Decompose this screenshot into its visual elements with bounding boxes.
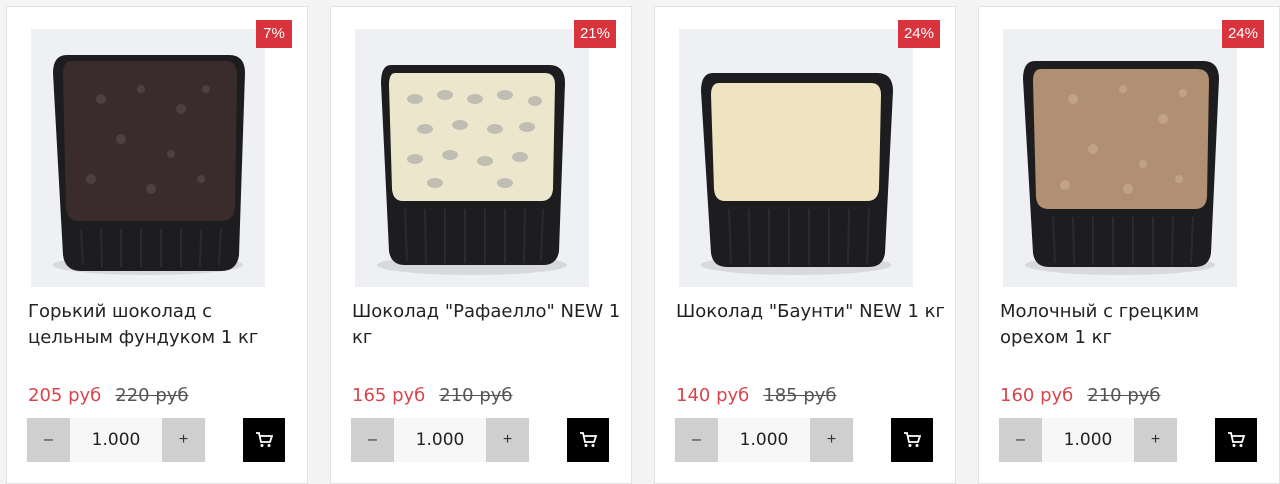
add-to-cart-button[interactable] xyxy=(567,418,609,462)
chocolate-tray-image xyxy=(1003,29,1237,287)
discount-badge: 21% xyxy=(573,20,616,48)
add-to-cart-button[interactable] xyxy=(243,418,285,462)
chocolate-tray-image xyxy=(679,29,913,287)
old-price: 210 руб xyxy=(1087,385,1161,406)
quantity-stepper: – 1.000 + xyxy=(675,418,853,462)
quantity-input[interactable]: 1.000 xyxy=(394,418,486,462)
add-to-cart-button[interactable] xyxy=(891,418,933,462)
quantity-stepper: – 1.000 + xyxy=(999,418,1177,462)
product-card: 21% Шоколад "Рафаелло" NEW 1 кг 165 руб 2… xyxy=(330,6,632,484)
discount-badge: 24% xyxy=(897,20,940,48)
product-title[interactable]: Шоколад "Рафаелло" NEW 1 кг xyxy=(352,299,622,351)
current-price: 140 руб xyxy=(676,385,750,406)
price-block: 165 руб 210 руб xyxy=(352,385,513,406)
product-image[interactable] xyxy=(1003,29,1237,287)
quantity-input[interactable]: 1.000 xyxy=(1042,418,1134,462)
shopping-cart-icon xyxy=(580,432,597,447)
discount-badge: 24% xyxy=(1221,20,1264,48)
decrease-button[interactable]: – xyxy=(351,418,394,462)
quantity-stepper: – 1.000 + xyxy=(351,418,529,462)
product-title[interactable]: Горький шоколад с цельным фундуком 1 кг xyxy=(28,299,298,351)
increase-button[interactable]: + xyxy=(810,418,853,462)
chocolate-tray-image xyxy=(355,29,589,287)
price-block: 140 руб 185 руб xyxy=(676,385,837,406)
old-price: 210 руб xyxy=(439,385,513,406)
decrease-button[interactable]: – xyxy=(999,418,1042,462)
old-price: 220 руб xyxy=(115,385,189,406)
shopping-cart-icon xyxy=(1228,432,1245,447)
increase-button[interactable]: + xyxy=(486,418,529,462)
old-price: 185 руб xyxy=(763,385,837,406)
product-title[interactable]: Шоколад "Баунти" NEW 1 кг xyxy=(676,299,946,325)
increase-button[interactable]: + xyxy=(162,418,205,462)
product-card: 24% Молочный с грецким орехом 1 кг 160 р… xyxy=(978,6,1280,484)
product-card: 24% Шоколад "Баунти" NEW 1 кг 140 руб 185… xyxy=(654,6,956,484)
shopping-cart-icon xyxy=(904,432,921,447)
add-to-cart-button[interactable] xyxy=(1215,418,1257,462)
chocolate-tray-image xyxy=(31,29,265,287)
decrease-button[interactable]: – xyxy=(27,418,70,462)
quantity-input[interactable]: 1.000 xyxy=(718,418,810,462)
product-title[interactable]: Молочный с грецким орехом 1 кг xyxy=(1000,299,1270,351)
current-price: 165 руб xyxy=(352,385,426,406)
current-price: 160 руб xyxy=(1000,385,1074,406)
quantity-input[interactable]: 1.000 xyxy=(70,418,162,462)
price-block: 205 руб 220 руб xyxy=(28,385,189,406)
decrease-button[interactable]: – xyxy=(675,418,718,462)
discount-badge: 7% xyxy=(256,20,292,48)
product-grid: 7% Горький шоколад с цельным фундуком 1 … xyxy=(0,0,1280,484)
product-image[interactable] xyxy=(355,29,589,287)
product-card: 7% Горький шоколад с цельным фундуком 1 … xyxy=(6,6,308,484)
increase-button[interactable]: + xyxy=(1134,418,1177,462)
product-image[interactable] xyxy=(31,29,265,287)
shopping-cart-icon xyxy=(256,432,273,447)
price-block: 160 руб 210 руб xyxy=(1000,385,1161,406)
quantity-stepper: – 1.000 + xyxy=(27,418,205,462)
product-image[interactable] xyxy=(679,29,913,287)
current-price: 205 руб xyxy=(28,385,102,406)
